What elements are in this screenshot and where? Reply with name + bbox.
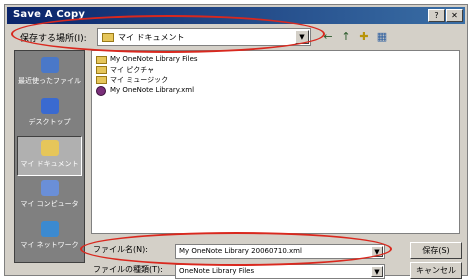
place-label: デスクトップ [28, 118, 71, 126]
my-documents-icon [40, 140, 59, 156]
place-my-computer[interactable]: マイ コンピュータ [17, 177, 82, 217]
filetype-dropdown[interactable]: OneNote Library Files ▼ [175, 264, 385, 279]
help-button[interactable]: ? [428, 9, 445, 22]
my-computer-icon [40, 180, 59, 196]
file-list[interactable]: My OneNote Library Files マイ ピクチャ マイ ミュージ… [91, 50, 460, 234]
file-name: マイ ピクチャ [110, 66, 155, 74]
onenote-file-icon [96, 86, 106, 96]
chevron-down-icon[interactable]: ▼ [371, 246, 383, 257]
place-desktop[interactable]: デスクトップ [17, 95, 82, 135]
filetype-label: ファイルの種類(T): [93, 265, 163, 274]
place-my-documents[interactable]: マイ ドキュメント [17, 136, 82, 176]
look-in-value: マイ ドキュメント [118, 33, 185, 42]
place-my-network[interactable]: マイ ネットワーク [17, 218, 82, 258]
folder-icon [102, 33, 114, 42]
folder-icon [96, 56, 107, 64]
folder-icon [96, 76, 107, 84]
place-label: マイ コンピュータ [20, 200, 79, 208]
place-label: マイ ネットワーク [20, 241, 79, 249]
views-icon[interactable]: ▦ [375, 30, 389, 43]
look-in-dropdown[interactable]: マイ ドキュメント ▼ [97, 28, 311, 46]
chevron-down-icon[interactable]: ▼ [295, 30, 309, 44]
places-bar: 最近使ったファイル デスクトップ マイ ドキュメント マイ コンピュータ マイ … [14, 50, 85, 263]
look-in-label: 保存する場所(I): [20, 34, 87, 44]
chevron-down-icon[interactable]: ▼ [371, 266, 383, 277]
save-dialog: Save A Copy ? ✕ 保存する場所(I): マイ ドキュメント ▼ ←… [4, 4, 468, 279]
window-title: Save A Copy [13, 9, 86, 20]
save-button[interactable]: 保存(S) [410, 242, 462, 259]
file-name: My OneNote Library Files [110, 55, 198, 63]
desktop-icon [40, 98, 59, 114]
my-network-icon [40, 221, 59, 237]
folder-icon [96, 66, 107, 74]
up-folder-icon[interactable]: ↑ [339, 30, 353, 43]
place-history[interactable]: 最近使ったファイル [17, 54, 82, 94]
file-name: マイ ミュージック [110, 76, 169, 84]
filename-label: ファイル名(N): [93, 245, 148, 254]
filename-field[interactable]: My OneNote Library 20060710.xml ▼ [175, 244, 385, 259]
title-bar: Save A Copy ? ✕ [7, 7, 465, 24]
back-icon[interactable]: ← [321, 30, 335, 43]
filetype-value: OneNote Library Files [179, 267, 255, 275]
filename-value: My OneNote Library 20060710.xml [179, 247, 302, 255]
new-folder-icon[interactable]: ✚ [357, 30, 371, 43]
place-label: マイ ドキュメント [20, 160, 79, 168]
close-button[interactable]: ✕ [446, 9, 463, 22]
place-label: 最近使ったファイル [18, 77, 81, 85]
cancel-button[interactable]: キャンセル [410, 262, 462, 279]
file-name: My OneNote Library.xml [110, 86, 195, 94]
history-icon [40, 57, 59, 73]
